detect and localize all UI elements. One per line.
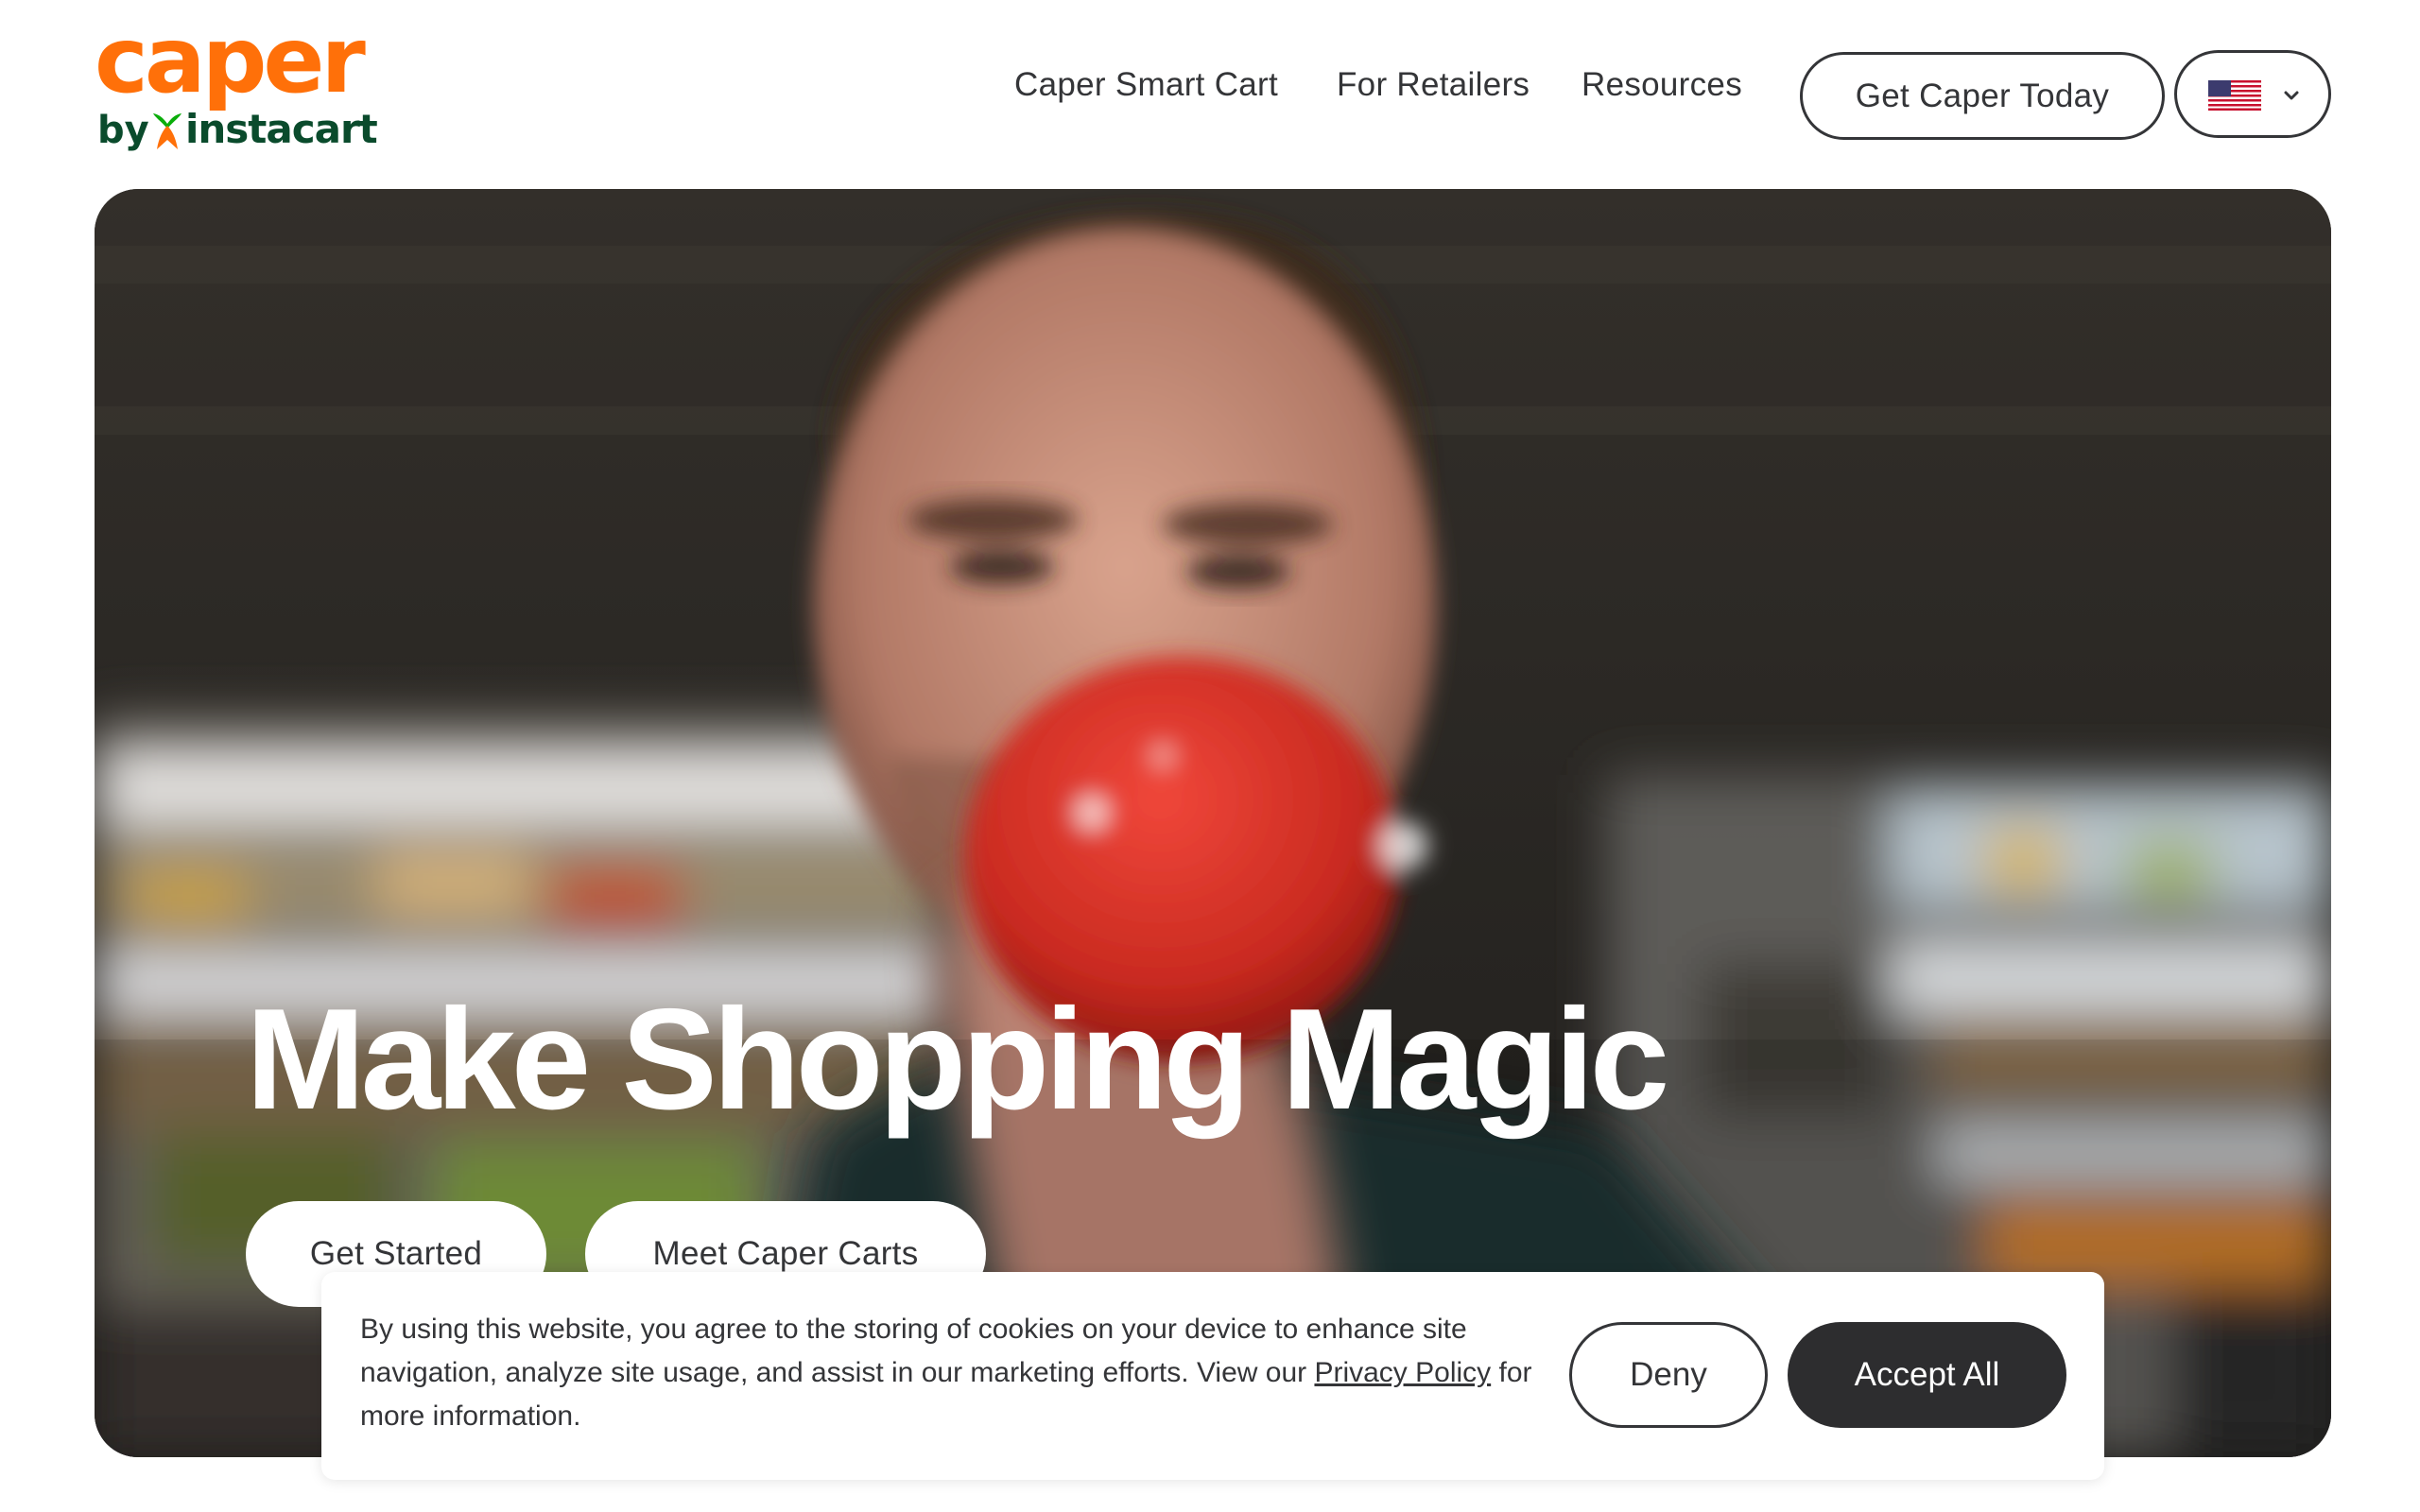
nav-caper-smart-cart[interactable]: Caper Smart Cart — [1014, 68, 1278, 101]
nav-for-retailers[interactable]: For Retailers — [1337, 68, 1530, 101]
privacy-policy-link[interactable]: Privacy Policy — [1314, 1357, 1491, 1388]
logo-instacart-text: instacart — [185, 106, 378, 152]
cookie-text-intro: By using this website, you agree to the … — [360, 1314, 1467, 1388]
cookie-notice-text: By using this website, you agree to the … — [360, 1308, 1532, 1438]
us-flag-icon — [2208, 80, 2261, 111]
nav-resources[interactable]: Resources — [1582, 68, 1742, 101]
logo-wordmark: caper — [95, 8, 366, 113]
site-header: caper by instacart Caper Smart Cart For … — [0, 0, 2420, 189]
hero-section: Make Shopping Magic Get Started Meet Cap… — [95, 189, 2331, 1457]
accept-all-cookies-button[interactable]: Accept All — [1788, 1322, 2066, 1428]
language-selector[interactable] — [2174, 50, 2331, 138]
hero-title: Make Shopping Magic — [246, 979, 1669, 1140]
deny-cookies-button[interactable]: Deny — [1569, 1322, 1768, 1428]
logo-by-text: by — [97, 109, 149, 152]
chevron-down-icon — [2284, 91, 2299, 100]
get-caper-today-button[interactable]: Get Caper Today — [1800, 52, 2165, 140]
instacart-carrot-icon — [153, 113, 182, 149]
caper-logo[interactable]: caper by instacart — [95, 15, 378, 156]
cookie-banner: By using this website, you agree to the … — [321, 1272, 2104, 1480]
